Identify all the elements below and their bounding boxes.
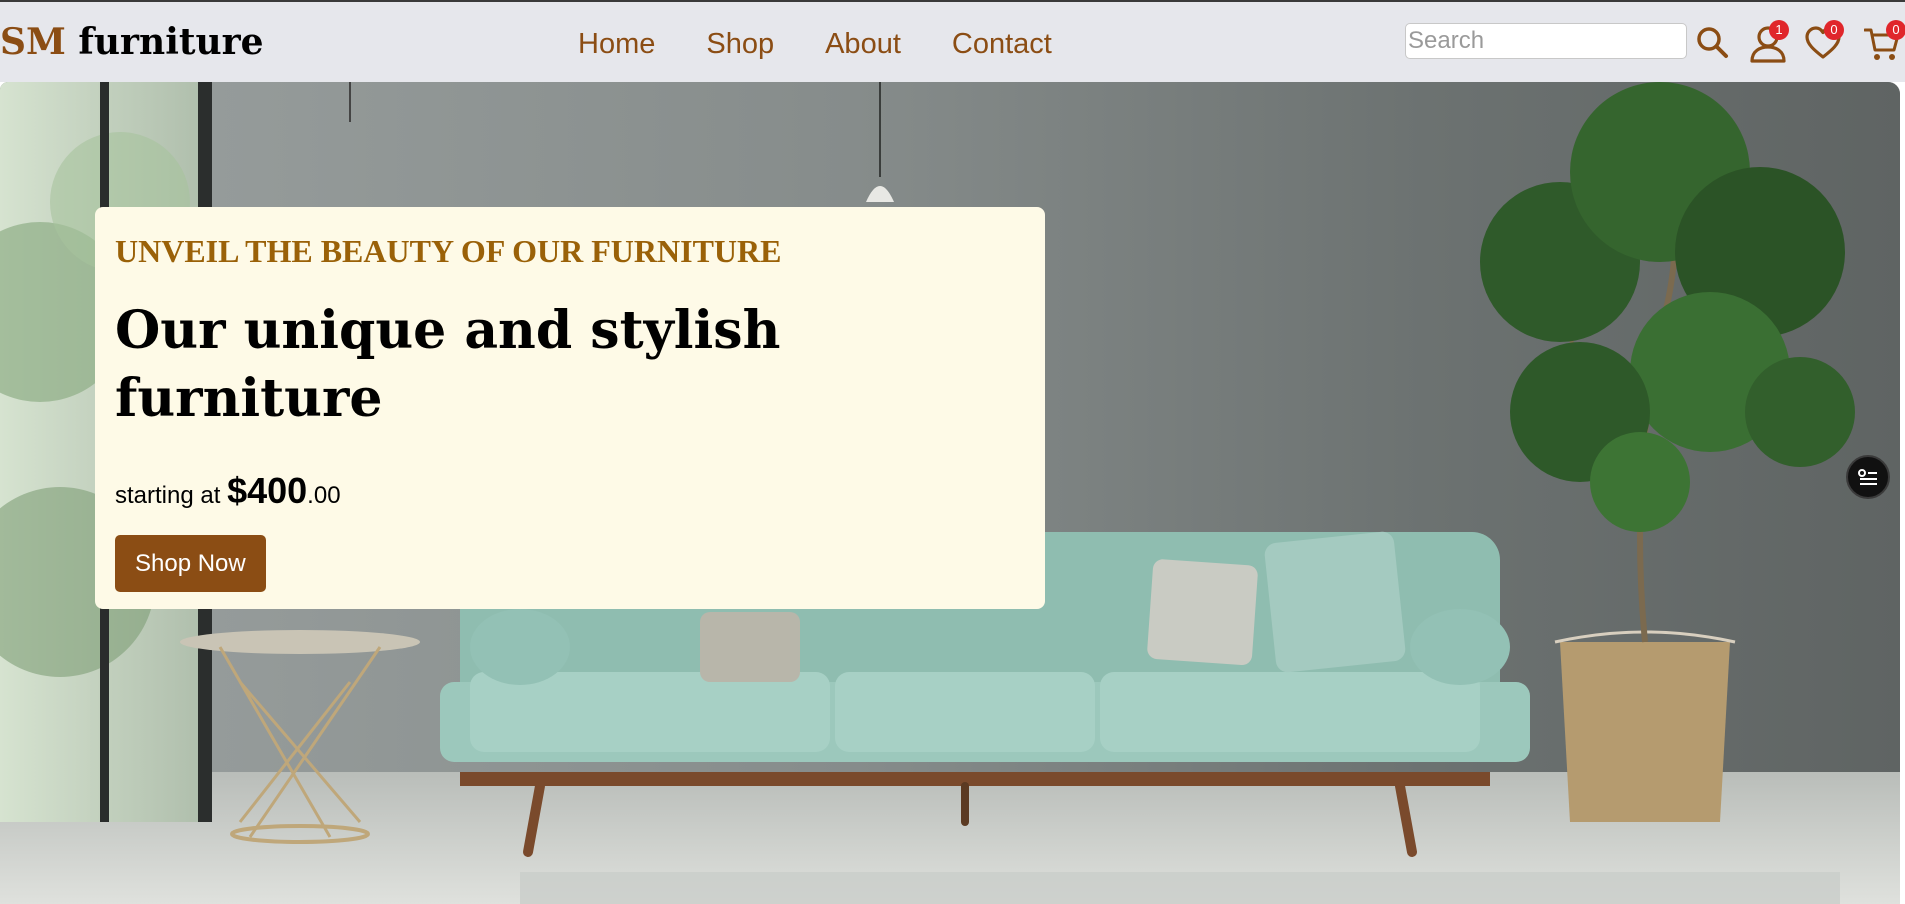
nav-shop[interactable]: Shop xyxy=(706,24,774,64)
main-nav: Home Shop About Contact xyxy=(578,24,1052,64)
hero-section: UNVEIL THE BEAUTY OF OUR FURNITURE Our u… xyxy=(0,82,1900,904)
price-cents: .00 xyxy=(307,482,341,509)
logo-accent: SM xyxy=(0,21,66,63)
hero-price: starting at $400.00 xyxy=(115,469,341,518)
price-amount: 400 xyxy=(247,470,308,511)
filter-list-icon xyxy=(1858,469,1877,485)
hero-headline: Our unique and stylish furniture xyxy=(115,300,781,429)
account-badge: 1 xyxy=(1769,20,1789,40)
search-input[interactable] xyxy=(1405,23,1687,59)
wishlist-button[interactable]: 0 xyxy=(1804,20,1844,62)
price-currency: $ xyxy=(227,470,248,511)
hero-eyebrow: UNVEIL THE BEAUTY OF OUR FURNITURE xyxy=(115,233,782,269)
shop-now-button[interactable]: Shop Now xyxy=(115,535,266,592)
price-prefix: starting at xyxy=(115,482,228,509)
cart-button[interactable]: 0 xyxy=(1864,20,1905,62)
promo-card: UNVEIL THE BEAUTY OF OUR FURNITURE Our u… xyxy=(95,207,1045,609)
site-logo[interactable]: SM furniture xyxy=(0,22,264,62)
floating-filter-button[interactable] xyxy=(1846,455,1890,499)
nav-about[interactable]: About xyxy=(825,24,901,64)
nav-contact[interactable]: Contact xyxy=(952,24,1052,64)
logo-text: furniture xyxy=(65,21,264,63)
site-header: SM furniture Home Shop About Contact 1 0… xyxy=(0,2,1905,82)
search-icon[interactable] xyxy=(1695,25,1729,59)
cart-badge: 0 xyxy=(1886,20,1905,40)
account-button[interactable]: 1 xyxy=(1749,20,1789,64)
wishlist-badge: 0 xyxy=(1824,20,1844,40)
nav-home[interactable]: Home xyxy=(578,24,655,64)
